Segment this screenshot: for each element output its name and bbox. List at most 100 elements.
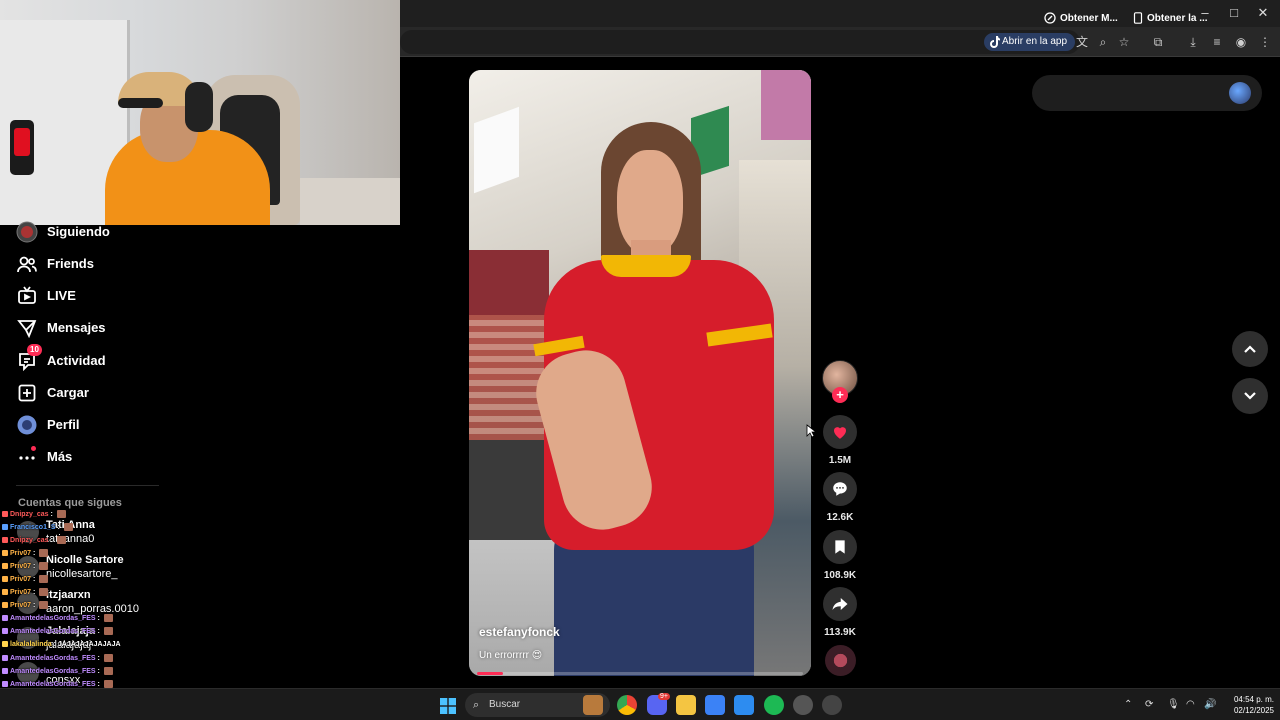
sidebar-item-more[interactable]: Más <box>16 446 72 468</box>
webcam-headset <box>185 82 213 132</box>
chat-username: AmantedelasGordas_FES <box>10 615 96 622</box>
chat-badge-icon <box>2 563 8 570</box>
phone-icon <box>1133 12 1143 24</box>
chat-username: Priv07 <box>10 563 32 570</box>
video-tile-wall <box>469 315 549 440</box>
chat-badge-icon <box>2 681 8 688</box>
mouse-cursor-icon <box>806 424 816 438</box>
next-video-button[interactable] <box>1232 378 1268 414</box>
sidebar-item-friends[interactable]: Friends <box>16 253 94 275</box>
wifi-icon[interactable]: ◠ <box>1186 699 1195 710</box>
chat-emote-icon <box>103 654 113 663</box>
chat-badge-icon <box>2 524 8 531</box>
taskbar-clock[interactable]: 04:54 p. m. 02/12/2025 <box>1224 694 1274 716</box>
close-window-button[interactable]: ✕ <box>1248 4 1278 22</box>
file-explorer-icon[interactable] <box>676 695 696 715</box>
chat-badge-icon <box>2 615 8 622</box>
chat-separator: : <box>31 563 38 570</box>
video-pink-sign <box>761 70 811 140</box>
chat-emote-icon <box>103 627 113 636</box>
coin-icon <box>1044 12 1056 24</box>
tray-sync-icon[interactable]: ⟳ <box>1145 699 1153 710</box>
like-button[interactable] <box>823 415 857 449</box>
chat-emote-icon <box>39 575 49 584</box>
chat-username: AmantedelasGordas_FES <box>10 628 96 635</box>
get-coins-label: Obtener M... <box>1060 12 1118 24</box>
music-disc-icon[interactable] <box>825 645 856 676</box>
share-button[interactable] <box>823 587 857 621</box>
media-control-icon[interactable]: ≡ <box>1208 33 1226 51</box>
activity-badge: 10 <box>27 344 42 356</box>
account-handle[interactable]: nicollesartore_ <box>46 568 118 580</box>
chrome-icon[interactable] <box>617 695 637 715</box>
follow-plus-icon[interactable]: + <box>832 387 848 403</box>
webcam-bed <box>300 178 400 225</box>
video-progress-fill <box>477 672 504 675</box>
clock-time: 04:54 p. m. <box>1233 695 1274 704</box>
app-icon-2[interactable] <box>822 695 842 715</box>
chat-separator: : <box>95 615 102 622</box>
open-in-app-button[interactable]: Abrir en la app <box>984 33 1076 51</box>
open-in-app-label: Abrir en la app <box>1002 36 1068 47</box>
webcam-person-cap-bill <box>118 98 163 108</box>
chat-badge-icon <box>2 628 8 635</box>
store-icon[interactable] <box>705 695 725 715</box>
chat-emote-icon <box>39 588 49 597</box>
profile-icon[interactable]: ◉ <box>1232 33 1250 51</box>
sidebar-item-label: Siguiendo <box>47 224 110 239</box>
upload-icon <box>16 382 38 404</box>
chat-separator: : <box>48 511 55 518</box>
chat-message: Priv07 : <box>2 574 49 586</box>
chat-badge-icon <box>2 537 8 544</box>
previous-video-button[interactable] <box>1232 331 1268 367</box>
app-icon[interactable] <box>793 695 813 715</box>
chat-username: Priv07 <box>10 602 32 609</box>
video-progress-track[interactable] <box>477 672 803 675</box>
chat-separator: : <box>31 550 38 557</box>
sidebar-item-messages[interactable]: Mensajes <box>16 317 106 339</box>
chat-separator: : <box>95 668 102 675</box>
maximize-button[interactable]: □ <box>1219 4 1249 22</box>
video-player[interactable]: estefanyfonck Un errorrrrr 😍 <box>469 70 811 676</box>
user-avatar[interactable] <box>1229 82 1251 104</box>
sidebar-item-profile[interactable]: Perfil <box>16 414 80 436</box>
account-name[interactable]: Nicolle Sartore <box>46 554 124 566</box>
browser-menu-icon[interactable]: ⋮ <box>1256 33 1274 51</box>
volume-icon[interactable]: 🔊 <box>1204 699 1216 710</box>
share-count: 113.9K <box>824 627 856 638</box>
translate-icon[interactable]: 文 <box>1073 33 1091 51</box>
chat-badge-icon <box>2 550 8 557</box>
save-button[interactable] <box>823 530 857 564</box>
spotify-icon[interactable] <box>764 695 784 715</box>
address-bar[interactable] <box>400 30 1080 54</box>
windows-start-icon[interactable] <box>440 698 456 714</box>
tray-chevron-icon[interactable]: ⌃ <box>1124 699 1132 710</box>
chat-message: Priv07 : <box>2 600 49 612</box>
taskbar-search-label: Buscar <box>489 699 521 710</box>
chat-username: lakalalalinda <box>10 641 52 648</box>
get-coins-button[interactable]: Obtener M... <box>1044 10 1118 26</box>
sidebar-item-label: Friends <box>47 256 94 271</box>
zoom-icon[interactable]: ⌕ <box>1094 33 1112 51</box>
chat-emote-icon <box>103 667 113 676</box>
sidebar-item-upload[interactable]: Cargar <box>16 382 89 404</box>
mail-icon[interactable] <box>734 695 754 715</box>
download-icon[interactable]: ⤓ <box>1184 33 1202 51</box>
microphone-icon[interactable]: 🎙 <box>1167 699 1180 710</box>
sidebar-item-activity[interactable]: 10 Actividad <box>16 344 106 372</box>
taskbar-widget-icon[interactable] <box>583 695 603 715</box>
chat-badge-icon <box>2 668 8 675</box>
get-app-button[interactable]: Obtener la ... <box>1133 10 1208 26</box>
sidebar-item-live[interactable]: LIVE <box>16 285 76 307</box>
windows-taskbar: ⌕ Buscar 9+ ⌃ ⟳ 🎙 ◠ 🔊 04:54 p. m. 02/12/… <box>0 688 1280 720</box>
extensions-icon[interactable]: ⧉ <box>1149 33 1167 51</box>
comment-button[interactable] <box>823 472 857 506</box>
video-author[interactable]: estefanyfonck <box>479 625 560 639</box>
sidebar-item-label: Más <box>47 449 73 464</box>
sidebar-item-label: Mensajes <box>47 320 106 335</box>
sidebar-item-following[interactable]: Siguiendo <box>16 221 110 243</box>
account-name[interactable]: itzjaarxn <box>46 589 91 601</box>
bookmark-star-icon[interactable]: ☆ <box>1115 33 1133 51</box>
chat-message: Priv07 : <box>2 587 49 599</box>
webcam-mic-light <box>14 128 30 156</box>
